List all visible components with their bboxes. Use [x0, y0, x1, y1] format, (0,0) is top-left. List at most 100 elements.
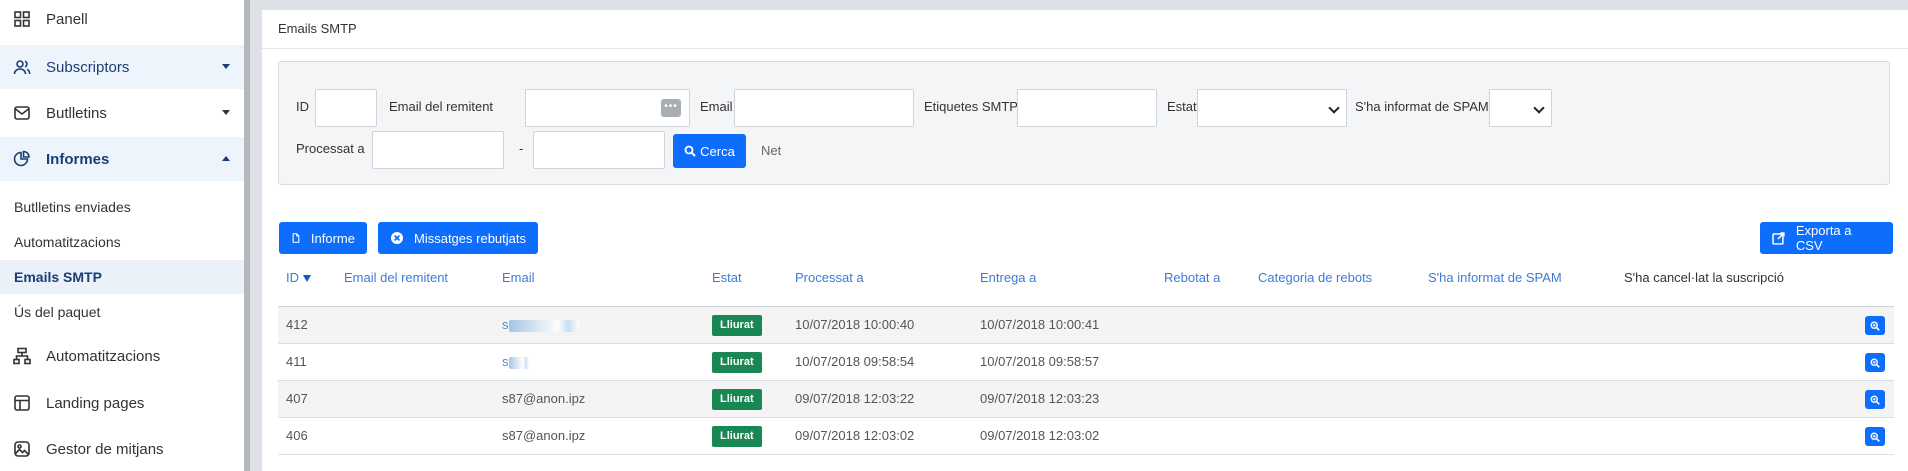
- zoom-in-icon: [1870, 357, 1880, 368]
- cell-delivered: 10/07/2018 09:58:57: [980, 354, 1100, 369]
- redacted-email: [508, 356, 529, 369]
- spam-filter-label: S'ha informat de SPAM: [1355, 99, 1489, 114]
- zoom-in-icon: [1870, 320, 1880, 331]
- sender-filter-label: Email del remitent: [389, 99, 494, 114]
- rejected-messages-button[interactable]: Missatges rebutjats: [378, 222, 538, 254]
- rejected-button-label: Missatges rebutjats: [414, 230, 526, 246]
- sidebar-subitem-label: Ús del paquet: [14, 304, 101, 320]
- sort-desc-icon: [303, 275, 311, 283]
- status-filter-label: Estat: [1167, 99, 1197, 114]
- sender-filter-input[interactable]: •••: [525, 89, 690, 127]
- chevron-down-icon: [222, 110, 230, 115]
- cell-processed: 09/07/2018 12:03:02: [795, 428, 915, 443]
- cell-id: 407: [286, 391, 308, 406]
- sidebar: Panell Subscriptors Butlletins Informes …: [0, 0, 244, 471]
- search-icon: [684, 145, 696, 157]
- clear-filters-link[interactable]: Net: [761, 143, 781, 158]
- chevron-down-icon: [222, 64, 230, 69]
- cell-id: 406: [286, 428, 308, 443]
- users-icon: [12, 57, 32, 77]
- column-header-bounced[interactable]: Rebotat a: [1164, 268, 1220, 288]
- sidebar-item-label: Panell: [46, 10, 88, 28]
- sidebar-item-label: Subscriptors: [46, 58, 130, 76]
- cell-email: s: [502, 344, 529, 380]
- sidebar-subitem-label: Emails SMTP: [14, 269, 102, 285]
- export-icon: [1772, 232, 1785, 245]
- sidebar-item-informes[interactable]: Informes: [0, 137, 244, 181]
- sidebar-subitem-label: Automatitzacions: [14, 234, 121, 250]
- column-header-email[interactable]: Email: [502, 268, 535, 288]
- status-badge: Lliurat: [712, 352, 762, 373]
- chevron-down-icon: [1328, 102, 1340, 114]
- cell-delivered: 10/07/2018 10:00:41: [980, 317, 1100, 332]
- column-header-delivered[interactable]: Entrega a: [980, 268, 1036, 288]
- image-icon: [12, 439, 32, 459]
- table-row: 412 s Lliurat 10/07/2018 10:00:40 10/07/…: [278, 307, 1894, 344]
- email-filter-input[interactable]: [734, 89, 914, 127]
- column-header-id[interactable]: ID: [286, 268, 311, 288]
- view-details-button[interactable]: [1865, 353, 1885, 372]
- workflow-icon: [12, 346, 32, 366]
- sidebar-item-label: Gestor de mitjans: [46, 440, 164, 458]
- view-details-button[interactable]: [1865, 390, 1885, 409]
- column-header-bounce-category[interactable]: Categoria de rebots: [1258, 268, 1372, 288]
- sidebar-subitem-automatitzacions[interactable]: Automatitzacions: [0, 225, 244, 259]
- sidebar-subitem-us-del-paquet[interactable]: Ús del paquet: [0, 295, 244, 329]
- sidebar-item-automatitzacions[interactable]: Automatitzacions: [0, 334, 244, 378]
- cell-email: s: [502, 307, 579, 343]
- chevron-up-icon: [222, 156, 230, 161]
- column-header-status[interactable]: Estat: [712, 268, 742, 288]
- file-icon: [292, 233, 300, 243]
- cell-delivered: 09/07/2018 12:03:02: [980, 428, 1100, 443]
- processed-to-input[interactable]: [533, 131, 665, 169]
- cell-id: 412: [286, 317, 308, 332]
- sidebar-item-label: Automatitzacions: [46, 347, 161, 365]
- cell-processed: 09/07/2018 12:03:22: [795, 391, 915, 406]
- sidebar-item-subscriptors[interactable]: Subscriptors: [0, 45, 244, 89]
- column-header-sender[interactable]: Email del remitent: [344, 268, 448, 288]
- more-options-icon[interactable]: •••: [661, 99, 681, 117]
- cell-processed: 10/07/2018 10:00:40: [795, 317, 915, 332]
- grid-icon: [12, 9, 32, 29]
- range-separator: -: [519, 141, 524, 156]
- id-filter-input[interactable]: [315, 89, 377, 127]
- report-button[interactable]: Informe: [279, 222, 367, 254]
- view-details-button[interactable]: [1865, 316, 1885, 335]
- table-row: 407 s87@anon.ipz Lliurat 09/07/2018 12:0…: [278, 381, 1894, 418]
- cell-processed: 10/07/2018 09:58:54: [795, 354, 915, 369]
- id-filter-label: ID: [296, 99, 309, 114]
- tags-filter-label: Etiquetes SMTP: [924, 99, 1018, 114]
- zoom-in-icon: [1870, 431, 1880, 442]
- search-button-label: Cerca: [700, 143, 735, 159]
- processed-filter-label: Processat a: [296, 141, 365, 156]
- report-button-label: Informe: [310, 230, 355, 246]
- sidebar-item-panell[interactable]: Panell: [0, 0, 244, 38]
- pie-chart-icon: [12, 149, 32, 169]
- cell-delivered: 09/07/2018 12:03:23: [980, 391, 1100, 406]
- sidebar-item-label: Landing pages: [46, 394, 145, 412]
- page-title: Emails SMTP: [278, 21, 357, 36]
- column-header-processed[interactable]: Processat a: [795, 268, 864, 288]
- view-details-button[interactable]: [1865, 427, 1885, 446]
- filter-panel: ID Email del remitent ••• Email Etiquete…: [278, 61, 1890, 185]
- status-badge: Lliurat: [712, 315, 762, 336]
- export-csv-button[interactable]: Exporta a CSV: [1760, 222, 1893, 254]
- processed-from-input[interactable]: [372, 131, 504, 169]
- sidebar-subitem-label: Butlletins enviades: [14, 199, 131, 215]
- sidebar-item-gestor-de-mitjans[interactable]: Gestor de mitjans: [0, 427, 244, 471]
- cell-email: s87@anon.ipz: [502, 391, 586, 406]
- sidebar-item-landing-pages[interactable]: Landing pages: [0, 381, 244, 425]
- table-row: 406 s87@anon.ipz Lliurat 09/07/2018 12:0…: [278, 418, 1894, 455]
- sidebar-subitem-butlletins-enviades[interactable]: Butlletins enviades: [0, 190, 244, 224]
- search-button[interactable]: Cerca: [673, 134, 746, 168]
- status-filter-select[interactable]: [1197, 89, 1347, 127]
- sidebar-subitem-emails-smtp[interactable]: Emails SMTP: [0, 260, 244, 294]
- chevron-down-icon: [1533, 102, 1545, 114]
- spam-filter-select[interactable]: [1489, 89, 1552, 127]
- redacted-email: [508, 319, 579, 332]
- cell-email: s87@anon.ipz: [502, 428, 586, 443]
- x-circle-icon: [391, 232, 403, 244]
- column-header-spam-reported[interactable]: S'ha informat de SPAM: [1428, 268, 1562, 288]
- sidebar-item-butlletins[interactable]: Butlletins: [0, 91, 244, 135]
- tags-filter-input[interactable]: [1017, 89, 1157, 127]
